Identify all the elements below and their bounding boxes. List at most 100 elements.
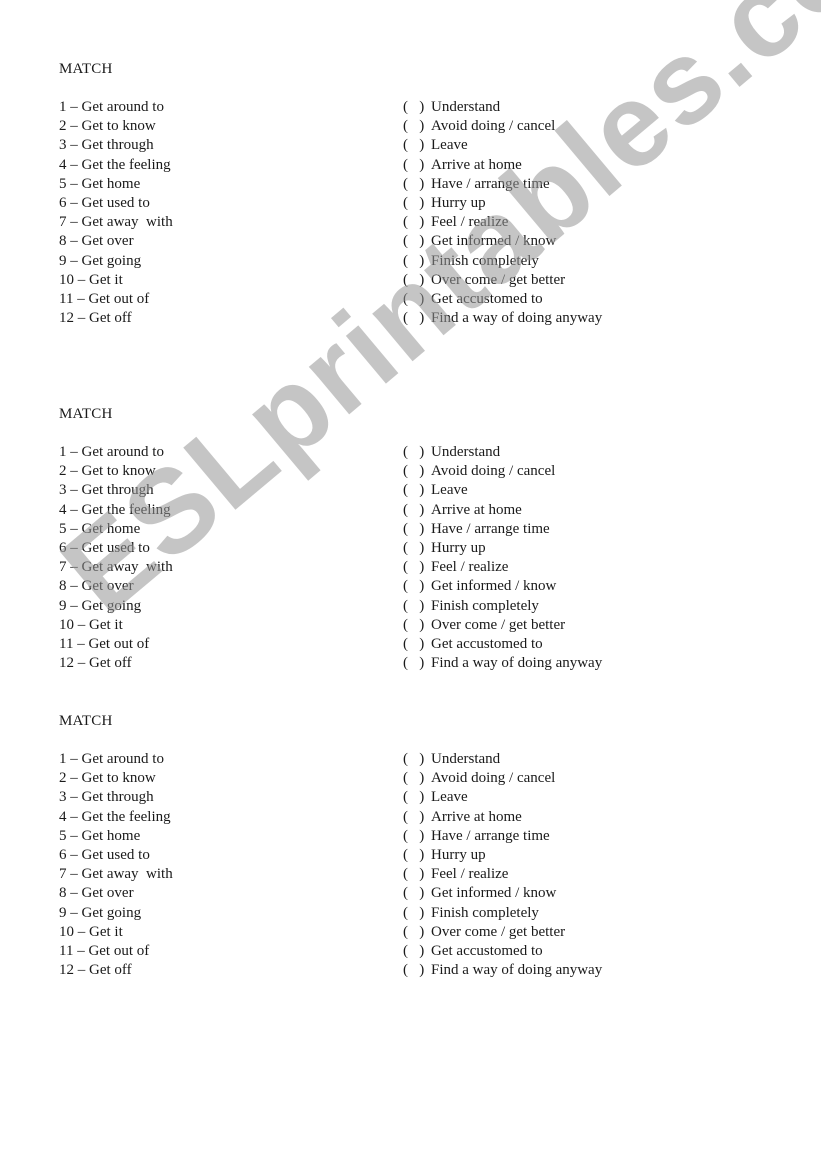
definition-text: Avoid doing / cancel [431, 118, 556, 135]
definition: ( ) Over come / get better [403, 616, 565, 635]
phrasal-verb: 10 – Get it [59, 271, 123, 288]
definition: ( ) Arrive at home [403, 156, 522, 175]
definition: ( ) Over come / get better [403, 923, 565, 942]
answer-blank[interactable]: ( ) [403, 904, 431, 923]
answer-blank[interactable]: ( ) [403, 539, 431, 558]
definition: ( ) Understand [403, 750, 500, 769]
definition-text: Avoid doing / cancel [431, 463, 556, 480]
phrasal-verb: 7 – Get away with [59, 559, 173, 576]
definition-text: Feel / realize [431, 559, 509, 576]
definition: ( ) Hurry up [403, 846, 486, 865]
definition-text: Find a way of doing anyway [431, 962, 603, 979]
answer-blank[interactable]: ( ) [403, 884, 431, 903]
answer-blank[interactable]: ( ) [403, 577, 431, 596]
answer-blank[interactable]: ( ) [403, 462, 431, 481]
phrasal-verb: 5 – Get home [59, 175, 141, 192]
phrasal-verb: 4 – Get the feeling [59, 501, 171, 518]
phrasal-verb: 9 – Get going [59, 252, 142, 269]
answer-blank[interactable]: ( ) [403, 481, 431, 500]
phrasal-verb: 2 – Get to know [59, 118, 156, 135]
definition: ( ) Finish completely [403, 252, 539, 271]
definition-text: Have / arrange time [431, 520, 550, 537]
answer-blank[interactable]: ( ) [403, 808, 431, 827]
definition-text: Hurry up [431, 847, 486, 863]
definition: ( ) Understand [403, 98, 500, 117]
phrasal-verb: 7 – Get away with [59, 866, 173, 883]
phrasal-verb: 10 – Get it [59, 616, 123, 633]
definition: ( ) Get informed / know [403, 884, 556, 903]
answer-blank[interactable]: ( ) [403, 252, 431, 271]
definition: ( ) Hurry up [403, 194, 486, 213]
definition: ( ) Find a way of doing anyway [403, 654, 602, 673]
answer-blank[interactable]: ( ) [403, 597, 431, 616]
answer-blank[interactable]: ( ) [403, 616, 431, 635]
definition: ( ) Leave [403, 136, 468, 155]
exercise-title: MATCH [59, 713, 113, 729]
definition-text: Hurry up [431, 195, 486, 211]
definition-text: Leave [431, 137, 468, 154]
definition-text: Find a way of doing anyway [431, 310, 603, 327]
definition: ( ) Avoid doing / cancel [403, 117, 555, 136]
answer-blank[interactable]: ( ) [403, 501, 431, 520]
answer-blank[interactable]: ( ) [403, 865, 431, 884]
definition: ( ) Have / arrange time [403, 520, 550, 539]
phrasal-verb: 7 – Get away with [59, 214, 173, 231]
answer-blank[interactable]: ( ) [403, 769, 431, 788]
definition: ( ) Leave [403, 481, 468, 500]
definition-text: Get informed / know [431, 578, 557, 595]
answer-blank[interactable]: ( ) [403, 136, 431, 155]
phrasal-verb: 11 – Get out of [59, 943, 150, 959]
answer-blank[interactable]: ( ) [403, 309, 431, 328]
definition-text: Get informed / know [431, 233, 557, 250]
exercise-title: MATCH [59, 61, 113, 77]
phrasal-verb: 12 – Get off [59, 310, 132, 327]
definition-text: Get accustomed to [431, 291, 543, 307]
answer-blank[interactable]: ( ) [403, 194, 431, 213]
answer-blank[interactable]: ( ) [403, 942, 431, 961]
answer-blank[interactable]: ( ) [403, 750, 431, 769]
answer-blank[interactable]: ( ) [403, 846, 431, 865]
answer-blank[interactable]: ( ) [403, 923, 431, 942]
definition-text: Arrive at home [431, 501, 522, 518]
definition-text: Get accustomed to [431, 636, 543, 652]
phrasal-verb: 1 – Get around to [59, 751, 164, 767]
answer-blank[interactable]: ( ) [403, 232, 431, 251]
answer-blank[interactable]: ( ) [403, 213, 431, 232]
definition-text: Finish completely [431, 252, 539, 269]
definition: ( ) Feel / realize [403, 213, 508, 232]
answer-blank[interactable]: ( ) [403, 98, 431, 117]
answer-blank[interactable]: ( ) [403, 271, 431, 290]
answer-blank[interactable]: ( ) [403, 520, 431, 539]
answer-blank[interactable]: ( ) [403, 635, 431, 654]
definition-text: Leave [431, 789, 468, 806]
definition: ( ) Have / arrange time [403, 827, 550, 846]
phrasal-verb: 1 – Get around to [59, 99, 164, 115]
phrasal-verb: 5 – Get home [59, 520, 141, 537]
definition: ( ) Arrive at home [403, 808, 522, 827]
answer-blank[interactable]: ( ) [403, 961, 431, 980]
definition-text: Hurry up [431, 540, 486, 556]
definition-text: Have / arrange time [431, 175, 550, 192]
answer-blank[interactable]: ( ) [403, 443, 431, 462]
definition: ( ) Have / arrange time [403, 175, 550, 194]
answer-blank[interactable]: ( ) [403, 827, 431, 846]
answer-blank[interactable]: ( ) [403, 175, 431, 194]
definition: ( ) Finish completely [403, 597, 539, 616]
answer-blank[interactable]: ( ) [403, 788, 431, 807]
definition-text: Finish completely [431, 597, 539, 614]
phrasal-verb: 3 – Get through [59, 482, 154, 499]
phrasal-verb: 3 – Get through [59, 789, 154, 806]
phrasal-verb: 6 – Get used to [59, 195, 150, 211]
definition-text: Over come / get better [431, 616, 566, 633]
phrasal-verb: 9 – Get going [59, 597, 142, 614]
phrasal-verb: 1 – Get around to [59, 444, 164, 460]
definition-text: Find a way of doing anyway [431, 655, 603, 672]
answer-blank[interactable]: ( ) [403, 558, 431, 577]
answer-blank[interactable]: ( ) [403, 654, 431, 673]
answer-blank[interactable]: ( ) [403, 156, 431, 175]
answer-blank[interactable]: ( ) [403, 117, 431, 136]
phrasal-verb: 6 – Get used to [59, 847, 150, 863]
definition-text: Feel / realize [431, 214, 509, 231]
answer-blank[interactable]: ( ) [403, 290, 431, 309]
phrasal-verb: 12 – Get off [59, 962, 132, 979]
